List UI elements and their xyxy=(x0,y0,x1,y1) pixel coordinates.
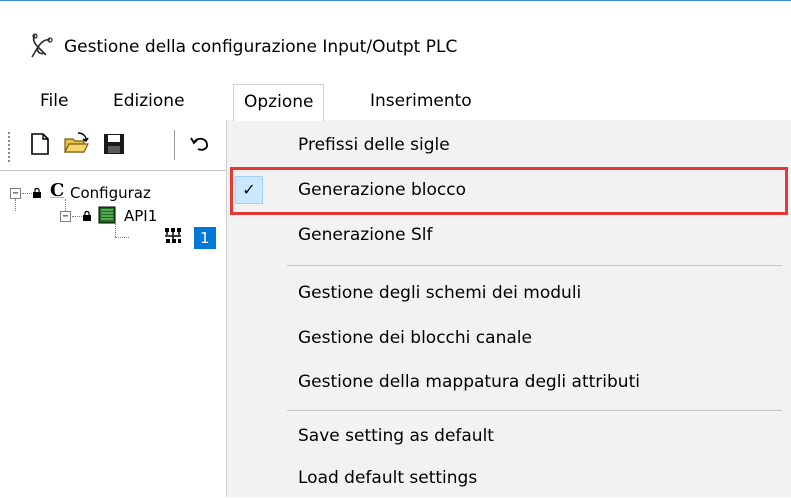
menu-item-save-default[interactable]: Save setting as default xyxy=(227,416,791,456)
window-title: Gestione della configurazione Input/Outp… xyxy=(64,37,458,57)
menu-item-label: Generazione Slf xyxy=(298,225,433,245)
menu-opzione[interactable]: Opzione xyxy=(233,84,325,121)
tree-root-label[interactable]: Configuraz xyxy=(70,184,151,202)
menu-item-generazione-slf[interactable]: Generazione Slf xyxy=(227,215,791,255)
menu-item-schemi-moduli[interactable]: Gestione degli schemi dei moduli xyxy=(227,273,791,313)
tree-connector xyxy=(22,193,32,194)
root-prefix-icon: C xyxy=(50,180,65,201)
collapse-icon[interactable]: − xyxy=(10,188,21,199)
menu-item-label: Save setting as default xyxy=(298,426,494,446)
menu-separator xyxy=(287,410,782,411)
new-file-icon[interactable] xyxy=(26,130,54,158)
menu-item-label: Load default settings xyxy=(298,468,478,488)
collapse-icon[interactable]: − xyxy=(60,211,71,222)
highlight-box xyxy=(230,167,788,215)
menu-separator xyxy=(287,265,782,266)
toolbar-grip[interactable] xyxy=(8,132,10,162)
tree-child-label[interactable]: API1 xyxy=(124,207,157,225)
tree-connector xyxy=(115,237,129,238)
save-icon[interactable] xyxy=(100,130,128,158)
menu-item-label: Prefissi delle sigle xyxy=(298,135,450,155)
menu-item-label: Gestione degli schemi dei moduli xyxy=(298,283,582,303)
plc-module-icon xyxy=(98,206,116,224)
lock-icon xyxy=(83,210,91,221)
undo-icon[interactable] xyxy=(186,130,214,158)
tree-connector xyxy=(115,223,116,237)
menu-inserimento[interactable]: Inserimento xyxy=(360,84,482,118)
menu-item-mappatura-attributi[interactable]: Gestione della mappatura degli attributi xyxy=(227,362,791,402)
menu-item-load-default[interactable]: Load default settings xyxy=(227,458,791,498)
lock-icon xyxy=(33,187,41,198)
tree-connector xyxy=(15,199,16,211)
tree-connector xyxy=(65,199,66,211)
menu-item-blocchi-canale[interactable]: Gestione dei blocchi canale xyxy=(227,318,791,358)
title-bar: Gestione della configurazione Input/Outp… xyxy=(0,0,791,80)
open-folder-icon[interactable] xyxy=(62,130,90,158)
tree-connector xyxy=(72,216,82,217)
menu-item-label: Gestione dei blocchi canale xyxy=(298,328,532,348)
menu-item-prefissi[interactable]: Prefissi delle sigle xyxy=(227,125,791,165)
configuration-tree[interactable]: − C Configuraz − API1 1 xyxy=(0,170,230,498)
tree-grandchild-label[interactable]: 1 xyxy=(194,227,216,249)
menu-item-label: Gestione della mappatura degli attributi xyxy=(298,372,640,392)
toolbar-separator xyxy=(174,130,175,160)
network-node-icon xyxy=(165,228,181,243)
menu-edizione[interactable]: Edizione xyxy=(103,84,195,118)
app-tool-icon xyxy=(31,33,53,58)
menu-file[interactable]: File xyxy=(30,84,78,118)
